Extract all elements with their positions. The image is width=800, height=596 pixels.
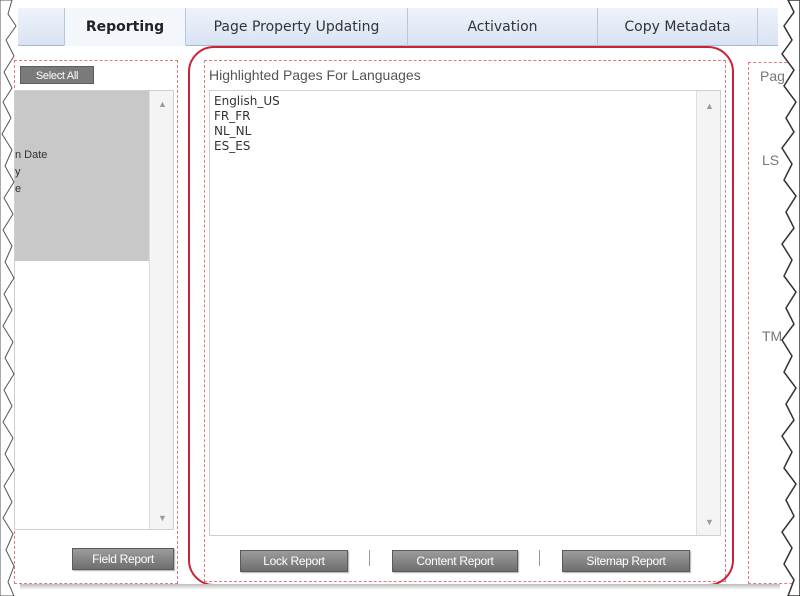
bottom-shadow: [20, 584, 780, 590]
tab-bar: Reporting Page Property Updating Activat…: [18, 8, 778, 46]
field-list-scrollbar[interactable]: ▲ ▼: [149, 91, 173, 529]
torn-edge-right: [781, 0, 800, 596]
tab-copy-metadata[interactable]: Copy Metadata: [598, 8, 758, 46]
field-list-selection: [15, 91, 149, 261]
application-window: Reporting Page Property Updating Activat…: [0, 0, 800, 596]
scroll-up-icon[interactable]: ▲: [158, 99, 167, 109]
torn-edge-left: [0, 0, 17, 596]
tab-reporting[interactable]: Reporting: [64, 8, 186, 46]
scroll-down-icon[interactable]: ▼: [158, 513, 167, 523]
tab-page-property-updating[interactable]: Page Property Updating: [186, 8, 408, 46]
select-all-button[interactable]: Select All: [20, 66, 94, 84]
field-list[interactable]: n Date y e ▲ ▼: [14, 90, 174, 530]
highlight-ring: [188, 46, 734, 586]
field-report-button[interactable]: Field Report: [72, 548, 174, 570]
tab-activation[interactable]: Activation: [408, 8, 598, 46]
